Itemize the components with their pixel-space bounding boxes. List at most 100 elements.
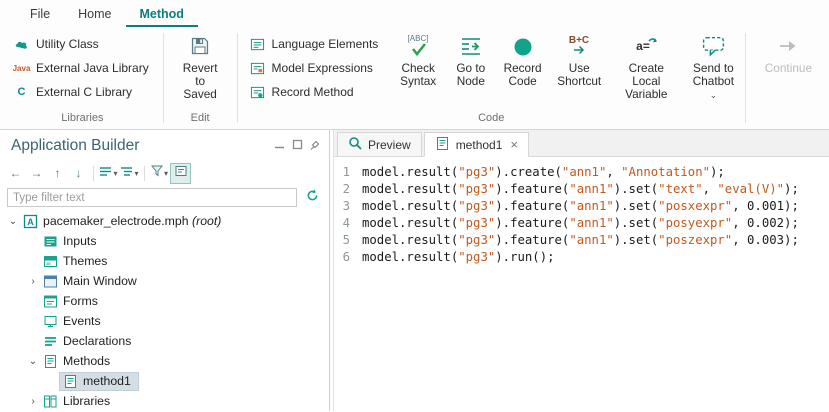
code-line: 4model.result("pg3").feature("ann1").set…	[334, 215, 829, 232]
float-button[interactable]	[292, 137, 303, 155]
tree-item-inputs[interactable]: Inputs	[0, 231, 329, 251]
tree-item-label: Declarations	[63, 334, 131, 348]
tree-item-method1[interactable]: method1	[0, 371, 329, 391]
ribbon-item-utility-class[interactable]: Utility Class	[4, 32, 161, 56]
java-icon: Java	[12, 64, 31, 73]
main-area: Application Builder ←→↑↓▾▾▾ ⌄Apacemaker_…	[0, 130, 829, 411]
line-number: 3	[334, 198, 362, 215]
expander-icon[interactable]: ›	[26, 276, 40, 287]
forms-icon	[42, 294, 58, 309]
ribbon-item-label: External Java Library	[36, 61, 149, 75]
move-up-button[interactable]: ↑	[48, 164, 67, 183]
toolbar-separator	[93, 166, 94, 181]
tree-item-declarations[interactable]: Declarations	[0, 331, 329, 351]
panel-title: Application Builder	[11, 137, 274, 155]
minimize-button[interactable]	[274, 137, 285, 155]
tree-item-themes[interactable]: Themes	[0, 251, 329, 271]
tree-item-label: Inputs	[63, 234, 97, 248]
code-line: 1model.result("pg3").create("ann1", "Ann…	[334, 164, 829, 181]
ribbon-group-label-libraries: Libraries	[4, 112, 161, 129]
ribbon-tab-file[interactable]: File	[16, 2, 64, 27]
list-menu-button[interactable]: ▾	[99, 164, 118, 183]
record-code-icon	[511, 32, 535, 59]
ribbon-button-label: Record Code	[502, 62, 542, 88]
line-number: 5	[334, 232, 362, 249]
tree-item-label: Events	[63, 314, 101, 328]
ribbon-item-label: External C Library	[36, 85, 132, 99]
svg-text:a=: a=	[636, 39, 650, 53]
refresh-button[interactable]	[303, 188, 322, 207]
code-text: model.result("pg3").feature("ann1").set(…	[362, 181, 799, 198]
ribbon-tabbar: FileHomeMethod	[0, 0, 829, 27]
record-method-icon	[248, 85, 267, 100]
ribbon-item-language-elements[interactable]: Language Elements	[240, 32, 391, 56]
ribbon-button-create-local-variable[interactable]: a=Create Local Variable	[609, 27, 684, 101]
expander-icon[interactable]: ⌄	[6, 216, 20, 227]
expander-icon[interactable]: ⌄	[26, 356, 40, 367]
ribbon-button-send-to-chatbot[interactable]: Send to Chatbot ⌄	[684, 27, 743, 102]
model-expressions-icon	[248, 61, 267, 76]
ribbon-button-use-shortcut[interactable]: B+CUse Shortcut	[550, 27, 609, 88]
tree-item-label: method1	[83, 374, 131, 388]
back-button[interactable]: ←	[6, 164, 25, 183]
toolbar-separator	[144, 166, 145, 181]
ribbon: FileHomeMethod Utility Class Java External…	[0, 0, 829, 130]
editor-tab-preview[interactable]: Preview	[337, 132, 422, 156]
ribbon-separator	[745, 33, 746, 123]
back-icon: ←	[10, 164, 22, 182]
ribbon-group-continue: Continue	[748, 27, 829, 129]
dropdown-arrow-icon: ▾	[113, 169, 117, 178]
code-line: 2model.result("pg3").feature("ann1").set…	[334, 181, 829, 198]
tree-item-events[interactable]: Events	[0, 311, 329, 331]
application-builder-panel: Application Builder ←→↑↓▾▾▾ ⌄Apacemaker_…	[0, 130, 330, 411]
dropdown-arrow-icon: ⌄	[710, 90, 718, 100]
events-icon	[42, 314, 58, 329]
editor-tab-method1[interactable]: method1×	[424, 132, 529, 157]
ribbon-button-continue[interactable]: Continue	[758, 27, 819, 112]
code-editor[interactable]: 1model.result("pg3").create("ann1", "Ann…	[334, 157, 829, 411]
svg-text:A: A	[27, 217, 34, 227]
pin-button[interactable]	[310, 137, 321, 155]
move-down-button[interactable]: ↓	[69, 164, 88, 183]
send-to-chatbot-icon	[701, 32, 726, 59]
close-icon[interactable]: ×	[510, 137, 518, 152]
tree-item-pacemaker-electrode-mph[interactable]: ⌄Apacemaker_electrode.mph (root)	[0, 211, 329, 231]
editor-tools-button[interactable]	[171, 164, 190, 183]
declarations-icon	[42, 334, 58, 349]
ribbon-item-record-method[interactable]: Record Method	[240, 80, 391, 104]
forward-button[interactable]: →	[27, 164, 46, 183]
code-line: 3model.result("pg3").feature("ann1").set…	[334, 198, 829, 215]
ribbon-button-revert-to-saved[interactable]: Revert to Saved	[174, 27, 227, 112]
move-up-icon: ↑	[55, 164, 61, 182]
dropdown-arrow-icon: ▾	[164, 169, 168, 178]
code-text: model.result("pg3").create("ann1", "Anno…	[362, 164, 725, 181]
ribbon-button-go-to-node[interactable]: Go to Node	[446, 27, 495, 88]
ribbon-item-model-expressions[interactable]: Model Expressions	[240, 56, 391, 80]
line-number: 1	[334, 164, 362, 181]
ribbon-button-record-code[interactable]: Record Code	[495, 27, 549, 88]
tree-item-forms[interactable]: Forms	[0, 291, 329, 311]
tree-menu-button[interactable]: ▾	[120, 164, 139, 183]
ribbon-item-external-c-library[interactable]: C External C Library	[4, 80, 161, 104]
tree-item-label: Libraries	[63, 394, 110, 408]
ribbon-button-label: Send to Chatbot ⌄	[691, 62, 736, 102]
ribbon-button-check-syntax[interactable]: [ABC]Check Syntax	[390, 27, 446, 88]
go-to-node-icon	[459, 32, 483, 59]
ribbon-item-label: Record Method	[272, 85, 354, 99]
tree-item-methods[interactable]: ⌄Methods	[0, 351, 329, 371]
filter-input[interactable]	[7, 188, 297, 207]
code-line: 6model.result("pg3").run();	[334, 249, 829, 266]
c-icon: C	[12, 86, 31, 98]
ribbon-group-code: Language ElementsModel Expressions Record…	[240, 27, 743, 129]
tree-item-main-window[interactable]: ›Main Window	[0, 271, 329, 291]
ribbon-tab-method[interactable]: Method	[126, 2, 198, 27]
expander-icon[interactable]: ›	[26, 396, 40, 407]
line-number: 6	[334, 249, 362, 266]
tree-menu-icon	[120, 164, 133, 182]
ribbon-button-label: Use Shortcut	[557, 62, 602, 88]
filter-button[interactable]: ▾	[150, 164, 169, 183]
ribbon-group-edit: Revert to Saved Edit	[166, 27, 235, 129]
ribbon-item-external-java-library[interactable]: Java External Java Library	[4, 56, 161, 80]
tree-item-libraries[interactable]: › Libraries	[0, 391, 329, 411]
ribbon-tab-home[interactable]: Home	[64, 2, 125, 27]
